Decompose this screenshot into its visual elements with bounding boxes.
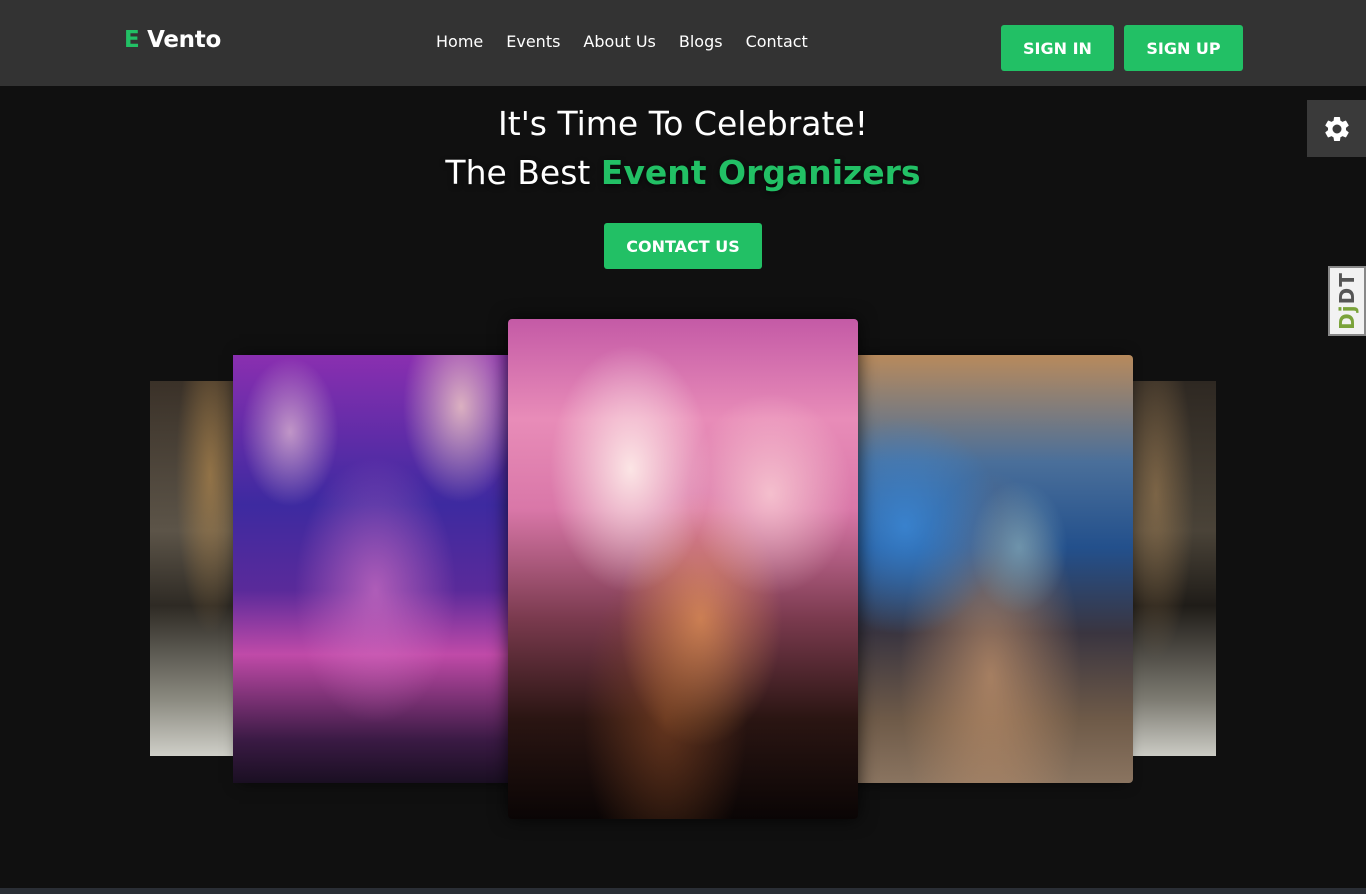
navbar: E Vento Home Events About Us Blogs Conta… [0, 0, 1366, 86]
hero-subtitle: The Best Event Organizers [0, 153, 1366, 192]
nav-link-about-us[interactable]: About Us [583, 32, 655, 51]
hero-title: It's Time To Celebrate! [498, 104, 868, 143]
settings-button[interactable] [1307, 100, 1366, 157]
bottom-divider [0, 888, 1366, 894]
brand-logo[interactable]: E Vento [124, 27, 221, 53]
debug-toolbar-handle[interactable]: DjDT [1328, 266, 1366, 336]
nav-link-blogs[interactable]: Blogs [679, 32, 723, 51]
sign-in-button[interactable]: SIGN IN [1001, 25, 1114, 71]
sign-up-button[interactable]: SIGN UP [1124, 25, 1243, 71]
debug-toolbar-label: DjDT [1335, 272, 1359, 330]
contact-us-button[interactable]: CONTACT US [604, 223, 762, 269]
carousel-slide-purple-ballroom[interactable] [233, 355, 518, 783]
nav-links: Home Events About Us Blogs Contact [436, 32, 808, 51]
nav-link-contact[interactable]: Contact [746, 32, 808, 51]
nav-link-events[interactable]: Events [506, 32, 560, 51]
hero-subtitle-highlight: Event Organizers [600, 153, 921, 192]
carousel-slide-conference-audience[interactable] [848, 355, 1133, 783]
gear-icon [1324, 116, 1349, 141]
brand-name: Vento [147, 27, 221, 53]
hero-subtitle-prefix: The Best [445, 153, 601, 192]
carousel-slide-concert-crowd[interactable] [508, 319, 858, 819]
brand-letter: E [124, 27, 140, 53]
nav-link-home[interactable]: Home [436, 32, 483, 51]
